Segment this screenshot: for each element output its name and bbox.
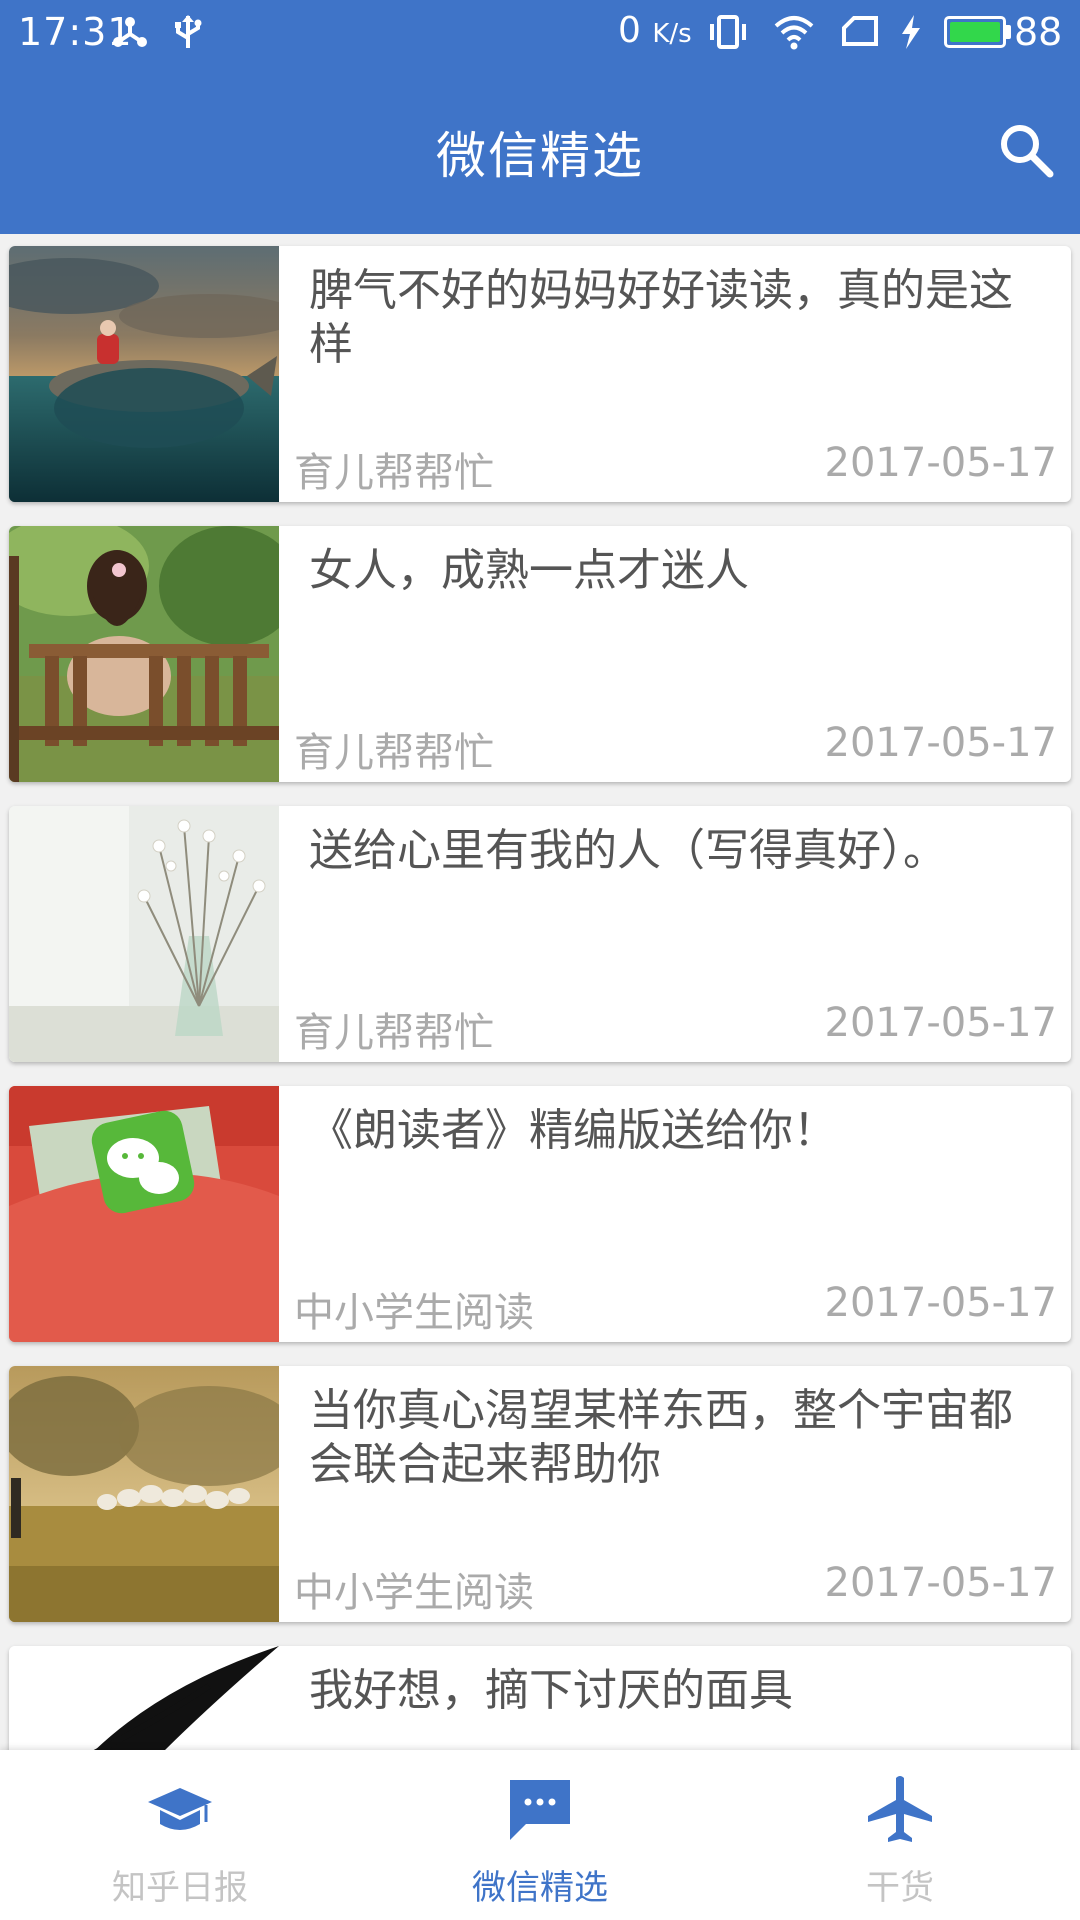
article-source: 育儿帮帮忙 [294,450,494,496]
article-source: 中小学生阅读 [294,1290,534,1336]
tab-label: 干货 [866,1868,934,1908]
share-nodes-icon [113,17,147,47]
article-thumbnail [9,1086,279,1342]
search-icon[interactable] [996,120,1056,180]
article-title: 脾气不好的妈妈好好读读，真的是这样 [309,265,1013,370]
article-thumbnail [9,246,279,502]
usb-icon [175,15,202,48]
article-date: 2017-05-17 [824,720,1057,766]
battery-icon [944,16,1006,48]
article-list[interactable]: 脾气不好的妈妈好好读读，真的是这样 育儿帮帮忙 2017-05-17 女人，成熟… [0,234,1080,1750]
article-date: 2017-05-17 [824,1560,1057,1606]
bottom-nav: 知乎日报 微信精选 干货 [0,1750,1080,1920]
status-bar: 17:31 0 K/s 88 [0,0,1080,66]
article-title: 送给心里有我的人（写得真好）。 [309,825,947,876]
tab-wechat-selection[interactable]: 微信精选 [360,1750,720,1920]
article-source: 中小学生阅读 [294,1570,534,1616]
article-thumbnail [9,526,279,782]
article-thumbnail [9,806,279,1062]
battery-tip [1006,25,1011,39]
graduation-cap-icon [148,1788,212,1830]
airplane-icon [868,1776,932,1842]
vibrate-icon [710,15,746,49]
article-title: 当你真心渴望某样东西，整个宇宙都会联合起来帮助你 [309,1385,1013,1490]
chat-bubble-icon [510,1780,570,1840]
article-card[interactable]: 我好想，摘下讨厌的面具 [9,1646,1071,1750]
page-title: 微信精选 [436,127,644,185]
article-thumbnail [9,1366,279,1622]
article-title: 女人，成熟一点才迷人 [309,545,749,596]
charging-icon [902,15,920,49]
header: 17:31 0 K/s 88 微信精选 [0,0,1080,234]
article-source: 育儿帮帮忙 [294,1010,494,1056]
network-speed: 0 K/s [618,10,692,51]
article-title: 《朗读者》精编版送给你！ [309,1105,837,1156]
wifi-icon [774,16,814,50]
article-card[interactable]: 脾气不好的妈妈好好读读，真的是这样 育儿帮帮忙 2017-05-17 [9,246,1071,502]
article-card[interactable]: 《朗读者》精编版送给你！ 中小学生阅读 2017-05-17 [9,1086,1071,1342]
article-date: 2017-05-17 [824,440,1057,486]
tab-label: 微信精选 [472,1868,608,1908]
tab-zhihu-daily[interactable]: 知乎日报 [0,1750,360,1920]
article-date: 2017-05-17 [824,1000,1057,1046]
article-source: 育儿帮帮忙 [294,730,494,776]
battery-level: 88 [1014,10,1063,54]
article-card[interactable]: 送给心里有我的人（写得真好）。 育儿帮帮忙 2017-05-17 [9,806,1071,1062]
no-sim-icon [842,16,878,46]
article-card[interactable]: 女人，成熟一点才迷人 育儿帮帮忙 2017-05-17 [9,526,1071,782]
article-card[interactable]: 当你真心渴望某样东西，整个宇宙都会联合起来帮助你 中小学生阅读 2017-05-… [9,1366,1071,1622]
article-date: 2017-05-17 [824,1280,1057,1326]
tab-label: 知乎日报 [112,1868,248,1908]
battery-fill [950,22,1000,42]
tab-dry-goods[interactable]: 干货 [720,1750,1080,1920]
article-title: 我好想，摘下讨厌的面具 [309,1665,793,1716]
article-thumbnail [9,1646,279,1750]
